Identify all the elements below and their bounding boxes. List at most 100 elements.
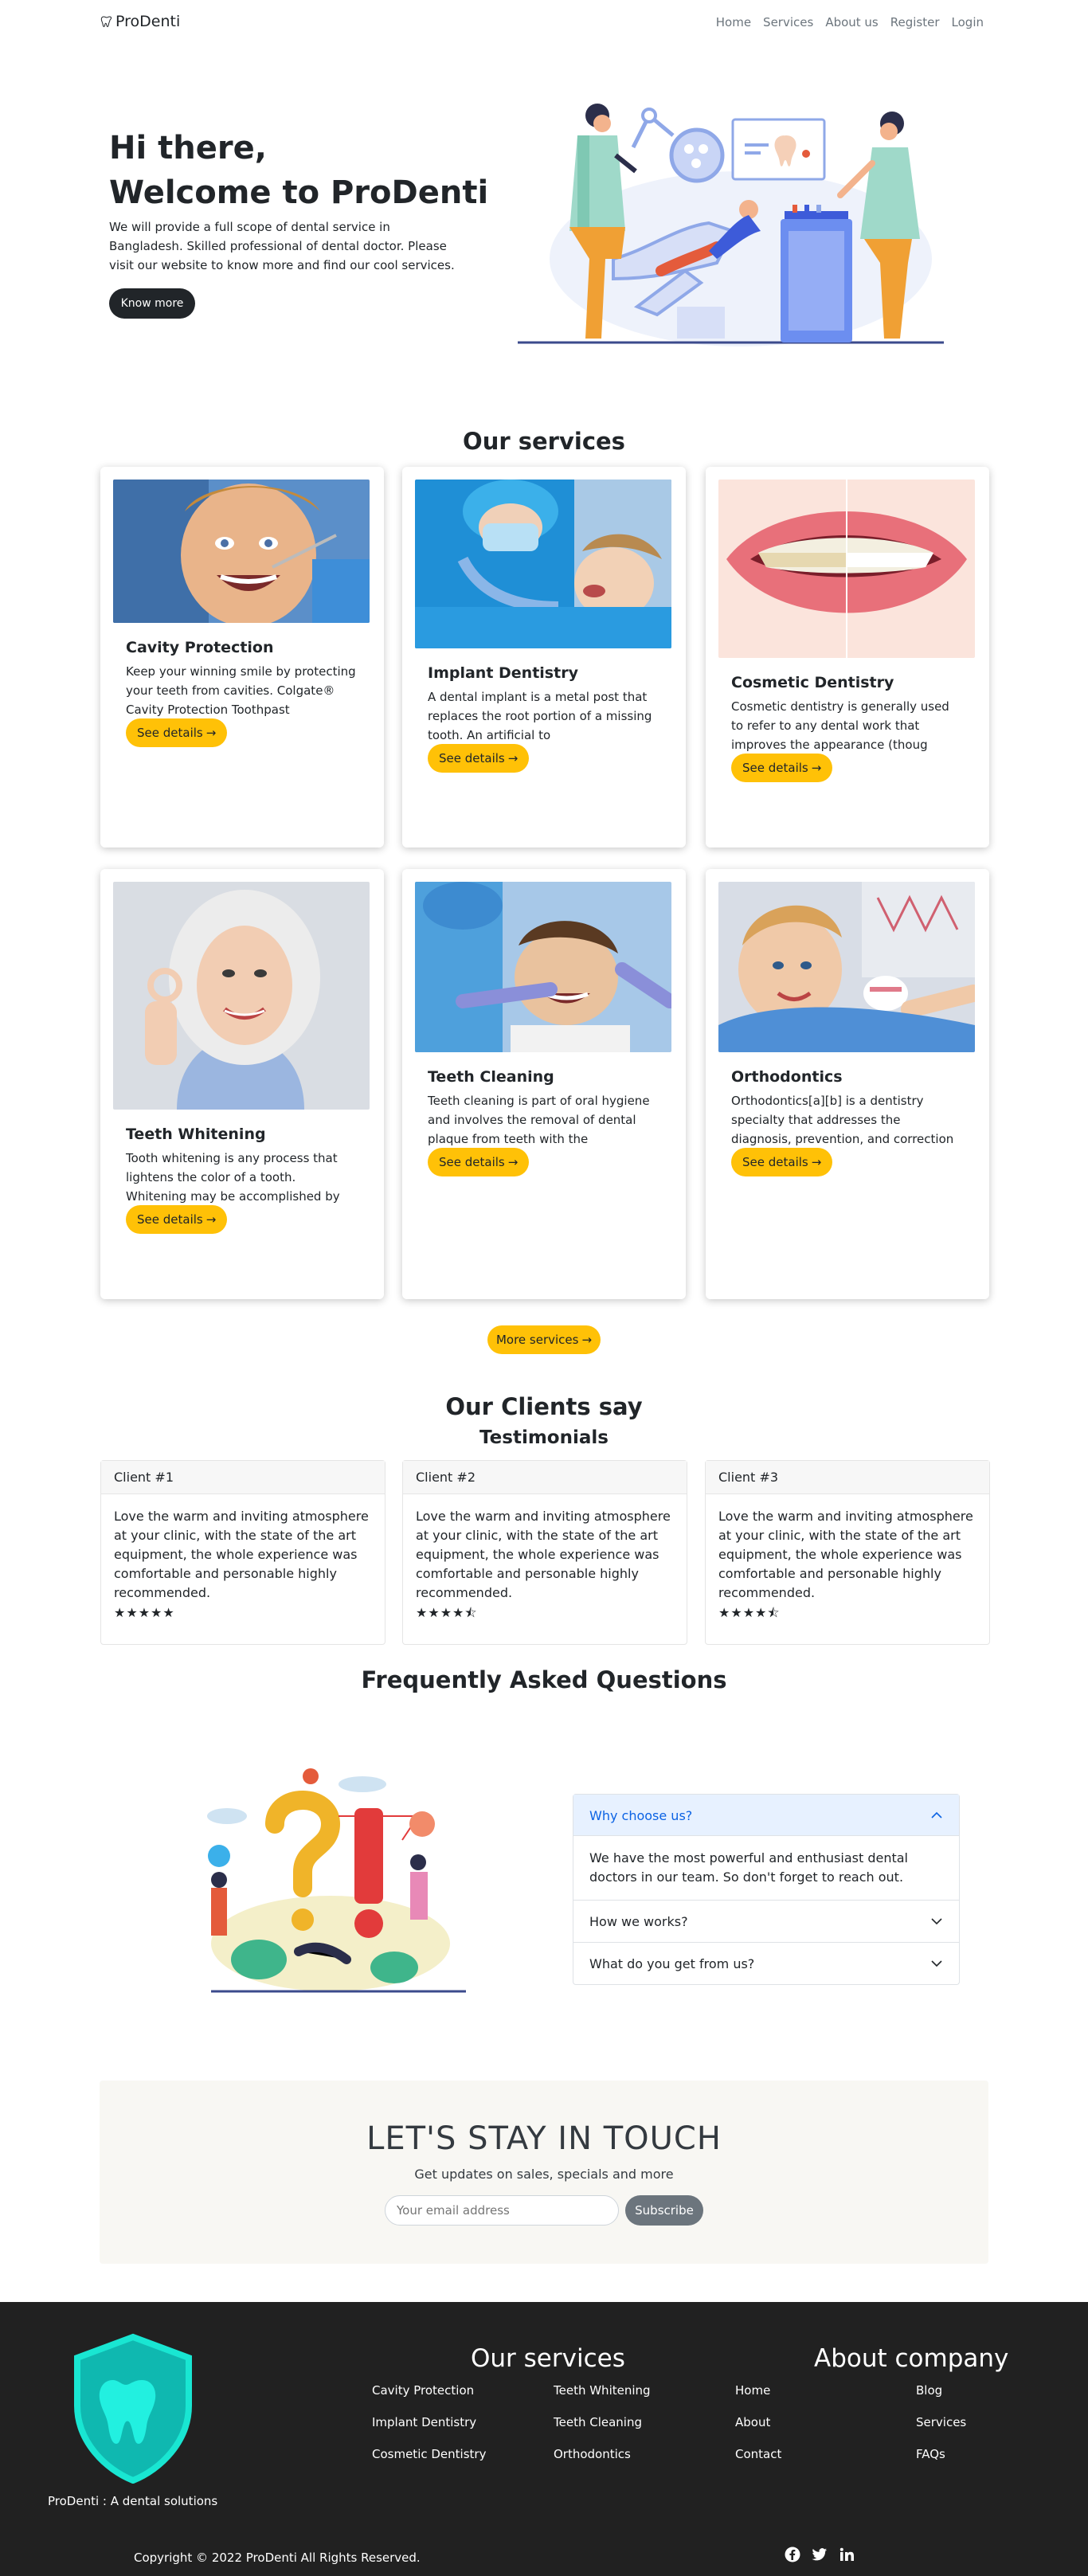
service-image-implant-dentistry	[415, 480, 671, 648]
arrow-right-icon: →	[205, 726, 217, 740]
linkedin-icon[interactable]	[839, 2547, 855, 2562]
nav-about-link[interactable]: About us	[825, 15, 878, 29]
footer-link-services[interactable]: Services	[916, 2415, 966, 2429]
service-text: Orthodontics[a][b] is a dentistry specia…	[731, 1094, 954, 1146]
footer-link-blog[interactable]: Blog	[916, 2383, 942, 2398]
nav-login-link[interactable]: Login	[952, 15, 984, 29]
footer-link-contact[interactable]: Contact	[735, 2447, 781, 2461]
service-text: Teeth cleaning is part of oral hygiene a…	[428, 1094, 650, 1146]
nav-services-link[interactable]: Services	[763, 15, 813, 29]
footer-link-cosmetic-dentistry[interactable]: Cosmetic Dentistry	[372, 2447, 486, 2461]
email-input[interactable]	[385, 2195, 619, 2226]
faq-item: Why choose us? We have the most powerful…	[573, 1794, 960, 1901]
footer-link-home[interactable]: Home	[735, 2383, 770, 2398]
footer-services-title: Our services	[471, 2344, 625, 2373]
tooth-icon	[100, 16, 112, 28]
chevron-down-icon	[931, 1918, 942, 1925]
service-image-cavity-protection	[113, 480, 370, 623]
faq-accordion: Why choose us? We have the most powerful…	[573, 1794, 960, 1985]
subscribe-button[interactable]: Subscribe	[625, 2195, 703, 2226]
faq-question: What do you get from us?	[589, 1955, 755, 1971]
navbar: ProDenti Home Services About us Register…	[0, 0, 1088, 45]
brand-logo[interactable]: ProDenti	[100, 13, 180, 30]
testimonials-subtitle: Testimonials	[479, 1427, 609, 1448]
see-details-label: See details	[439, 1155, 505, 1169]
arrow-right-icon: →	[205, 1212, 217, 1227]
hero-text: We will provide a full scope of dental s…	[109, 220, 455, 272]
service-title: Teeth Whitening	[126, 1126, 266, 1143]
faq-question-toggle[interactable]: Why choose us?	[573, 1795, 959, 1836]
footer-link-teeth-cleaning[interactable]: Teeth Cleaning	[554, 2415, 642, 2429]
nav-home-link[interactable]: Home	[716, 15, 751, 29]
newsletter-subtitle: Get updates on sales, specials and more	[414, 2167, 674, 2182]
faq-question: Why choose us?	[589, 1807, 693, 1823]
service-text: A dental implant is a metal post that re…	[428, 690, 652, 742]
see-details-button[interactable]: See details →	[731, 1148, 833, 1176]
know-more-button[interactable]: Know more	[109, 288, 195, 319]
footer-about-title: About company	[814, 2344, 1009, 2373]
service-title: Orthodontics	[731, 1068, 843, 1086]
testimonial-text: Love the warm and inviting atmosphere at…	[718, 1509, 973, 1600]
see-details-button[interactable]: See details →	[731, 754, 833, 782]
service-text: Cosmetic dentistry is generally used to …	[731, 699, 949, 752]
newsletter-section: LET'S STAY IN TOUCH Get updates on sales…	[100, 2081, 988, 2264]
rating-stars-icon: ★★★★★	[114, 1605, 175, 1620]
social-links	[785, 2547, 855, 2562]
see-details-button[interactable]: See details →	[126, 718, 228, 747]
arrow-right-icon: →	[507, 1155, 519, 1169]
nav-register-link[interactable]: Register	[890, 15, 940, 29]
see-details-label: See details	[742, 761, 808, 775]
service-image-teeth-whitening	[113, 882, 370, 1110]
footer-link-orthodontics[interactable]: Orthodontics	[554, 2447, 631, 2461]
see-details-button[interactable]: See details →	[126, 1205, 228, 1234]
service-title: Implant Dentistry	[428, 664, 578, 682]
service-card-orthodontics: Orthodontics Orthodontics[a][b] is a den…	[706, 869, 989, 1299]
see-details-label: See details	[137, 726, 203, 740]
hero-title-line2: Welcome to ProDenti	[109, 174, 489, 211]
newsletter-title: LET'S STAY IN TOUCH	[366, 2120, 722, 2157]
arrow-right-icon: →	[507, 751, 519, 765]
footer-link-cavity-protection[interactable]: Cavity Protection	[372, 2383, 474, 2398]
testimonial-text: Love the warm and inviting atmosphere at…	[114, 1509, 369, 1600]
twitter-icon[interactable]	[812, 2547, 828, 2562]
service-card-teeth-whitening: Teeth Whitening Tooth whitening is any p…	[100, 869, 384, 1299]
rating-stars-icon: ★★★★⯪	[718, 1605, 781, 1620]
footer-tagline: ProDenti : A dental solutions	[48, 2494, 218, 2508]
testimonial-client: Client #1	[101, 1461, 385, 1494]
faq-item: What do you get from us?	[573, 1943, 960, 1985]
service-image-orthodontics	[718, 882, 975, 1052]
faq-question-toggle[interactable]: How we works?	[573, 1901, 959, 1942]
faq-title: Frequently Asked Questions	[361, 1666, 727, 1693]
tooth-shield-logo	[74, 2333, 192, 2484]
copyright-text: Copyright © 2022 ProDenti All Rights Res…	[134, 2551, 421, 2565]
arrow-right-icon: →	[811, 761, 822, 775]
testimonial-client: Client #3	[706, 1461, 989, 1494]
footer-link-implant-dentistry[interactable]: Implant Dentistry	[372, 2415, 476, 2429]
chevron-up-icon	[931, 1811, 942, 1818]
facebook-icon[interactable]	[785, 2547, 800, 2562]
see-details-label: See details	[742, 1155, 808, 1169]
footer-link-faqs[interactable]: FAQs	[916, 2447, 945, 2461]
service-card-teeth-cleaning: Teeth Cleaning Teeth cleaning is part of…	[402, 869, 686, 1299]
faq-question: How we works?	[589, 1913, 688, 1929]
more-services-button[interactable]: More services →	[487, 1325, 601, 1354]
brand-name: ProDenti	[115, 13, 181, 30]
footer-link-teeth-whitening[interactable]: Teeth Whitening	[554, 2383, 651, 2398]
faq-item: How we works?	[573, 1901, 960, 1943]
testimonials-title: Our Clients say	[445, 1393, 643, 1420]
see-details-label: See details	[439, 751, 505, 765]
testimonial-card: Client #1 Love the warm and inviting atm…	[100, 1460, 385, 1645]
faq-question-toggle[interactable]: What do you get from us?	[573, 1943, 959, 1984]
footer-link-about[interactable]: About	[735, 2415, 770, 2429]
services-title: Our services	[463, 428, 625, 455]
nav-links: Home Services About us Register Login	[716, 15, 984, 29]
arrow-right-icon: →	[811, 1155, 822, 1169]
hero-title: Hi there, Welcome to ProDenti	[109, 126, 488, 215]
testimonial-text: Love the warm and inviting atmosphere at…	[416, 1509, 671, 1600]
rating-stars-icon: ★★★★⯪	[416, 1605, 478, 1620]
dentist-illustration	[518, 104, 944, 346]
service-text: Tooth whitening is any process that ligh…	[126, 1151, 340, 1204]
service-title: Teeth Cleaning	[428, 1068, 554, 1086]
see-details-button[interactable]: See details →	[428, 1148, 530, 1176]
see-details-button[interactable]: See details →	[428, 744, 530, 773]
